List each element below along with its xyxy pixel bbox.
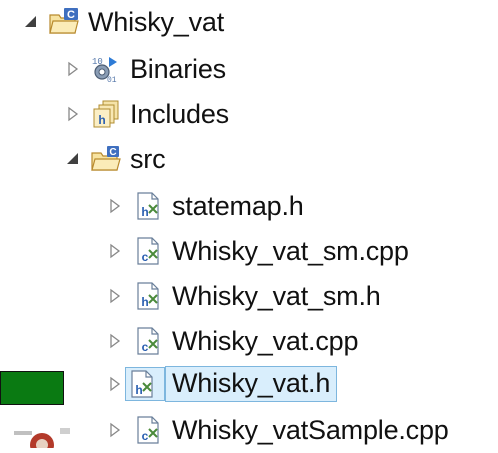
svg-text:C: C (109, 147, 116, 158)
tree-item-label: Whisky_vat.h (164, 366, 338, 402)
green-color-block (0, 371, 64, 405)
includes-icon: h (90, 98, 122, 130)
tree-item-includes[interactable]: h Includes (62, 94, 229, 134)
svg-text:c: c (142, 429, 149, 443)
svg-text:c: c (142, 250, 149, 264)
decorative-fragment (0, 425, 110, 453)
svg-text:h: h (98, 113, 105, 127)
svg-text:c: c (142, 340, 149, 354)
svg-text:C: C (67, 9, 75, 21)
header-file-icon: h (132, 280, 164, 312)
tree-item-file[interactable]: h statemap.h (104, 186, 304, 226)
tree-item-file[interactable]: c Whisky_vat_sm.cpp (104, 231, 409, 271)
tree-item-file[interactable]: c Whisky_vat.cpp (104, 321, 358, 361)
cpp-file-icon: c (132, 414, 164, 446)
tree-item-label: Includes (130, 99, 229, 129)
svg-text:h: h (141, 295, 148, 309)
cpp-file-icon: c (132, 325, 164, 357)
header-file-icon: h (125, 367, 165, 401)
tree-item-file-selected[interactable]: h Whisky_vat.h (104, 364, 338, 404)
svg-text:h: h (135, 383, 142, 397)
tree-item-file[interactable]: h Whisky_vat_sm.h (104, 276, 381, 316)
binaries-icon: 10 01 (90, 53, 122, 85)
collapsed-twisty-icon[interactable] (104, 195, 126, 217)
tree-item-src[interactable]: C src (62, 139, 166, 179)
collapsed-twisty-icon[interactable] (104, 330, 126, 352)
expanded-twisty-icon[interactable] (62, 148, 84, 170)
source-folder-icon: C (90, 143, 122, 175)
expanded-twisty-icon[interactable] (20, 11, 42, 33)
tree-item-label: Whisky_vat_sm.h (172, 281, 381, 311)
svg-text:01: 01 (107, 76, 117, 85)
cpp-file-icon: c (132, 235, 164, 267)
tree-item-binaries[interactable]: 10 01 Binaries (62, 49, 226, 89)
tree-item-label: Whisky_vat (88, 7, 225, 37)
collapsed-twisty-icon[interactable] (62, 103, 84, 125)
tree-item-label: Binaries (130, 54, 226, 84)
c-project-folder-icon: C (48, 6, 80, 38)
header-file-icon: h (132, 190, 164, 222)
collapsed-twisty-icon[interactable] (104, 240, 126, 262)
tree-item-label: statemap.h (172, 191, 304, 221)
collapsed-twisty-icon[interactable] (104, 285, 126, 307)
tree-item-label: Whisky_vatSample.cpp (172, 415, 449, 445)
tree-item-label: Whisky_vat.cpp (172, 326, 359, 356)
svg-text:h: h (141, 205, 148, 219)
tree-item-label: Whisky_vat_sm.cpp (172, 236, 409, 266)
tree-item-project[interactable]: C Whisky_vat (20, 2, 224, 42)
tree-item-label: src (130, 144, 166, 174)
collapsed-twisty-icon[interactable] (104, 373, 126, 395)
tree-item-file[interactable]: c Whisky_vatSample.cpp (104, 410, 449, 450)
collapsed-twisty-icon[interactable] (62, 58, 84, 80)
